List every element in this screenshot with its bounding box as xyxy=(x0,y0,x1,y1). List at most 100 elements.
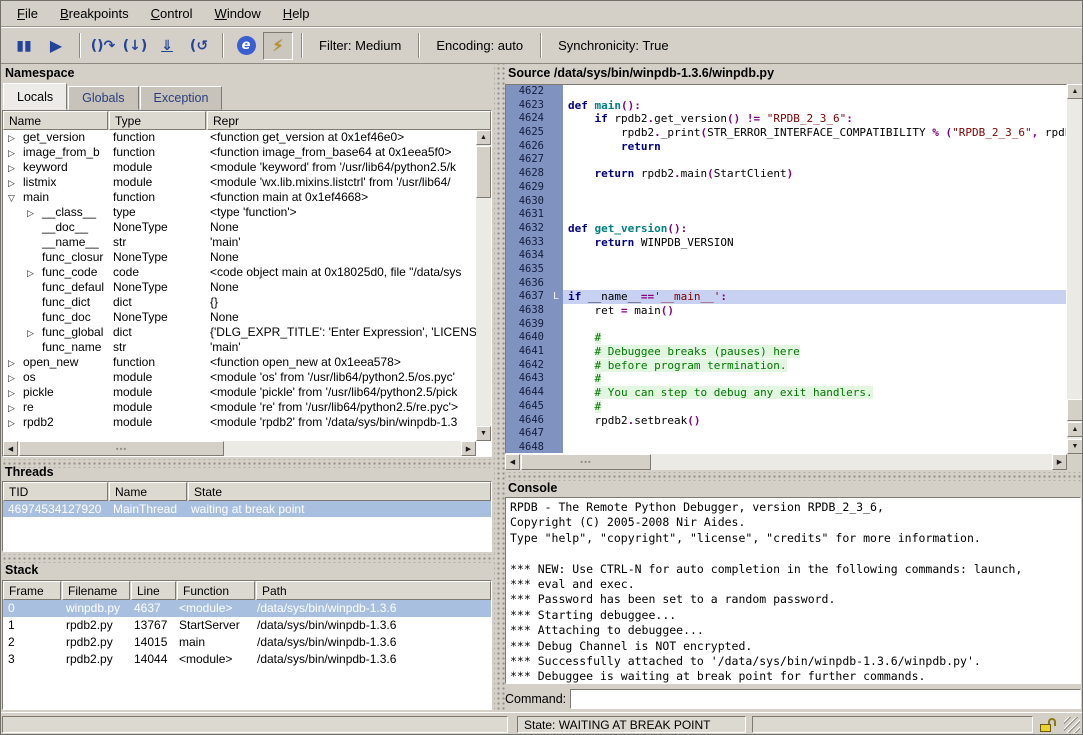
source-line[interactable]: 4645 # xyxy=(506,400,1066,414)
menu-item-help[interactable]: Help xyxy=(272,1,321,26)
column-header-tid[interactable]: TID xyxy=(3,482,108,501)
namespace-row[interactable]: ▷image_from_bfunction<function image_fro… xyxy=(3,145,476,160)
command-input[interactable] xyxy=(570,689,1081,709)
source-line[interactable]: 4622 xyxy=(506,85,1066,99)
namespace-row[interactable]: func_closurNoneTypeNone xyxy=(3,250,476,265)
source-line[interactable]: 4623def main(): xyxy=(506,99,1066,113)
menu-item-file[interactable]: File xyxy=(6,1,49,26)
namespace-row[interactable]: __name__str'main' xyxy=(3,235,476,250)
scroll-down-icon[interactable]: ▼ xyxy=(476,426,491,441)
menu-item-window[interactable]: Window xyxy=(204,1,272,26)
source-line[interactable]: 4642 # before program termination. xyxy=(506,359,1066,373)
source-line[interactable]: 4640 # xyxy=(506,331,1066,345)
scroll-right-icon[interactable]: ▶ xyxy=(1052,454,1067,470)
menu-item-breakpoints[interactable]: Breakpoints xyxy=(49,1,140,26)
namespace-row[interactable]: ▷__class__type<type 'function'> xyxy=(3,205,476,220)
source-vscrollbar[interactable]: ▲ ▲ ▼ xyxy=(1067,84,1083,454)
source-hscrollbar[interactable]: ◀ ••• ▶ xyxy=(505,454,1067,470)
scroll-up-icon[interactable]: ▲ xyxy=(1067,422,1083,437)
source-line[interactable]: 4625 rpdb2._print(STR_ERROR_INTERFACE_CO… xyxy=(506,126,1066,140)
main-splitter[interactable] xyxy=(494,64,505,712)
scroll-right-icon[interactable]: ▶ xyxy=(461,441,476,456)
stack-sash[interactable] xyxy=(0,554,494,563)
source-vscroll-thumb[interactable] xyxy=(1067,399,1083,421)
namespace-row[interactable]: __doc__NoneTypeNone xyxy=(3,220,476,235)
stack-frame-row[interactable]: 1rpdb2.py13767StartServer/data/sys/bin/w… xyxy=(3,617,491,634)
source-line[interactable]: 4644 # You can step to debug any exit ha… xyxy=(506,386,1066,400)
column-header-filename[interactable]: Filename xyxy=(62,581,130,600)
source-line[interactable]: 4633 return WINPDB_VERSION xyxy=(506,236,1066,250)
source-line[interactable]: 4637Lif __name__=='__main__': xyxy=(506,290,1066,304)
source-line[interactable]: 4648 xyxy=(506,441,1066,454)
break-button[interactable]: ▮▮ xyxy=(9,32,39,60)
console-sash[interactable] xyxy=(505,472,1083,481)
namespace-row[interactable]: func_defaulNoneTypeNone xyxy=(3,280,476,295)
namespace-row[interactable]: ▷keywordmodule<module 'keyword' from '/u… xyxy=(3,160,476,175)
namespace-row[interactable]: ▷func_codecode<code object main at 0x180… xyxy=(3,265,476,280)
namespace-row[interactable]: ▷open_newfunction<function open_new at 0… xyxy=(3,355,476,370)
source-view[interactable]: 46224623def main():4624 if rpdb2.get_ver… xyxy=(505,84,1067,454)
namespace-row[interactable]: ▷get_versionfunction<function get_versio… xyxy=(3,130,476,145)
source-line[interactable]: 4624 if rpdb2.get_version() != "RPDB_2_3… xyxy=(506,112,1066,126)
column-header-name[interactable]: Name xyxy=(3,111,108,130)
column-header-frame[interactable]: Frame xyxy=(3,581,61,600)
namespace-row[interactable]: ▽mainfunction<function main at 0x1ef4668… xyxy=(3,190,476,205)
source-line[interactable]: 4636 xyxy=(506,277,1066,291)
encoding-button[interactable]: e xyxy=(231,32,261,60)
namespace-row[interactable]: func_docNoneTypeNone xyxy=(3,310,476,325)
source-line[interactable]: 4638 ret = main() xyxy=(506,304,1066,318)
source-line[interactable]: 4628 return rpdb2.main(StartClient) xyxy=(506,167,1066,181)
stack-frame-row[interactable]: 0winpdb.py4637<module>/data/sys/bin/winp… xyxy=(3,600,491,617)
source-line[interactable]: 4641 # Debuggee breaks (pauses) here xyxy=(506,345,1066,359)
source-line[interactable]: 4646 rpdb2.setbreak() xyxy=(506,414,1066,428)
console-output[interactable]: RPDB - The Remote Python Debugger, versi… xyxy=(505,497,1081,684)
collapsed-arrow-icon[interactable]: ▷ xyxy=(27,266,42,280)
scroll-up-icon[interactable]: ▲ xyxy=(1067,84,1083,99)
step-over-button[interactable]: ()↷ xyxy=(88,32,118,60)
namespace-row[interactable]: ▷picklemodule<module 'pickle' from '/usr… xyxy=(3,385,476,400)
expanded-arrow-icon[interactable]: ▽ xyxy=(8,191,23,205)
source-line[interactable]: 4629 xyxy=(506,181,1066,195)
namespace-row[interactable]: ▷rpdb2module<module 'rpdb2' from '/data/… xyxy=(3,415,476,430)
collapsed-arrow-icon[interactable]: ▷ xyxy=(8,356,23,370)
namespace-vscroll-thumb[interactable] xyxy=(476,146,491,198)
namespace-row[interactable]: ▷func_globaldict{'DLG_EXPR_TITLE': 'Ente… xyxy=(3,325,476,340)
thread-row[interactable]: 46974534127920MainThreadwaiting at break… xyxy=(3,501,491,517)
column-header-line[interactable]: Line xyxy=(131,581,176,600)
scroll-down-icon[interactable]: ▼ xyxy=(1067,439,1083,454)
stack-frame-row[interactable]: 2rpdb2.py14015main/data/sys/bin/winpdb-1… xyxy=(3,634,491,651)
tab-exception[interactable]: Exception xyxy=(140,86,223,110)
source-line[interactable]: 4643 # xyxy=(506,372,1066,386)
namespace-row[interactable]: ▷osmodule<module 'os' from '/usr/lib64/p… xyxy=(3,370,476,385)
source-line[interactable]: 4630 xyxy=(506,195,1066,209)
collapsed-arrow-icon[interactable]: ▷ xyxy=(8,176,23,190)
tab-locals[interactable]: Locals xyxy=(3,83,67,110)
source-line[interactable]: 4632def get_version(): xyxy=(506,222,1066,236)
source-line[interactable]: 4626 return xyxy=(506,140,1066,154)
stack-frame-row[interactable]: 3rpdb2.py14044<module>/data/sys/bin/winp… xyxy=(3,651,491,668)
source-hscroll-thumb[interactable]: ••• xyxy=(521,454,651,470)
source-line[interactable]: 4647 xyxy=(506,427,1066,441)
collapsed-arrow-icon[interactable]: ▷ xyxy=(8,131,23,145)
column-header-function[interactable]: Function xyxy=(177,581,255,600)
source-line[interactable]: 4634 xyxy=(506,249,1066,263)
collapsed-arrow-icon[interactable]: ▷ xyxy=(27,326,42,340)
scroll-left-icon[interactable]: ◀ xyxy=(505,454,520,470)
collapsed-arrow-icon[interactable]: ▷ xyxy=(8,146,23,160)
source-line[interactable]: 4627 xyxy=(506,153,1066,167)
collapsed-arrow-icon[interactable]: ▷ xyxy=(27,206,42,220)
namespace-hscrollbar[interactable]: ◀ ••• ▶ xyxy=(3,441,476,456)
collapsed-arrow-icon[interactable]: ▷ xyxy=(8,416,23,430)
column-header-path[interactable]: Path xyxy=(256,581,491,600)
source-line[interactable]: 4639 xyxy=(506,318,1066,332)
column-header-type[interactable]: Type xyxy=(109,111,206,130)
source-line[interactable]: 4631 xyxy=(506,208,1066,222)
column-header-name[interactable]: Name xyxy=(109,482,187,501)
column-header-state[interactable]: State xyxy=(188,482,491,501)
namespace-vscrollbar[interactable]: ▲ ▼ xyxy=(476,130,491,441)
resize-grip[interactable] xyxy=(1064,717,1080,733)
step-return-button[interactable]: (↺ xyxy=(184,32,214,60)
collapsed-arrow-icon[interactable]: ▷ xyxy=(8,401,23,415)
column-header-repr[interactable]: Repr xyxy=(207,111,491,130)
go-button[interactable]: ▶ xyxy=(41,32,71,60)
